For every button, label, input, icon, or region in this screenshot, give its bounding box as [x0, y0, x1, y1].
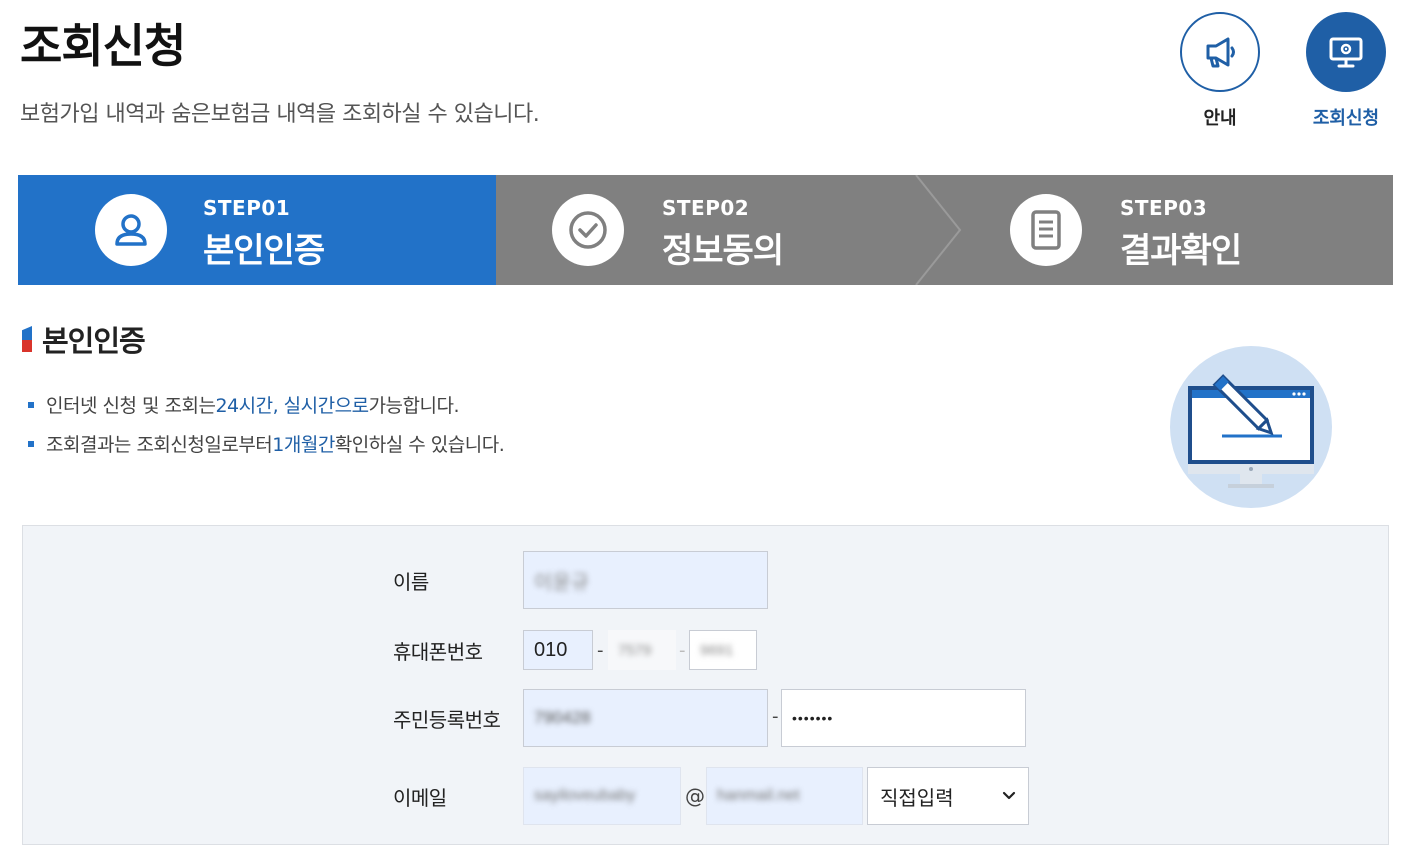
rrn-label: 주민등록번호 — [393, 708, 501, 732]
info-list: 인터넷 신청 및 조회는 24시간, 실시간으로 가능합니다. 조회결과는 조회… — [28, 385, 505, 463]
page-title: 조회신청 — [20, 19, 186, 73]
section-title: 본인인증 — [22, 318, 146, 360]
section-title-text: 본인인증 — [42, 324, 146, 358]
info-text: 가능합니다. — [368, 395, 460, 417]
step-3: STEP03 결과확인 — [954, 175, 1393, 285]
rrn-back-value: ••••••• — [792, 710, 834, 726]
info-text: 인터넷 신청 및 조회는 — [46, 395, 216, 417]
guide-label: 안내 — [1203, 108, 1237, 129]
email-id-input[interactable]: sayiloveubaby — [523, 767, 681, 825]
phone-label: 휴대폰번호 — [393, 640, 483, 664]
phone-dash: - — [597, 640, 604, 661]
document-icon — [1010, 194, 1082, 266]
monitor-gear-icon — [1306, 12, 1386, 92]
phone-last-input[interactable]: 9691 — [689, 630, 757, 670]
email-at: @ — [685, 784, 705, 808]
step-1: STEP01 본인인증 — [18, 175, 496, 285]
chevron-down-icon — [1002, 791, 1016, 800]
email-domain-value: hanmail.net — [717, 787, 800, 804]
info-highlight: 24시간, 실시간으로 — [215, 395, 369, 417]
step-3-number: STEP03 — [1120, 196, 1208, 220]
name-label: 이름 — [393, 570, 429, 594]
megaphone-icon — [1180, 12, 1260, 92]
email-domain-input[interactable]: hanmail.net — [706, 767, 863, 825]
name-value: 이윤규 — [534, 571, 590, 594]
email-select-value: 직접입력 — [880, 785, 954, 810]
monitor-pen-illustration-icon — [1170, 346, 1332, 508]
info-highlight: 1개월간 — [272, 434, 335, 456]
email-domain-select[interactable]: 직접입력 — [867, 767, 1029, 825]
user-icon — [95, 194, 167, 266]
info-text: 확인하실 수 있습니다. — [334, 434, 505, 456]
phone-middle-value: 7579 — [618, 641, 652, 659]
rrn-back-input[interactable]: ••••••• — [781, 689, 1026, 747]
page-subtitle: 보험가입 내역과 숨은보험금 내역을 조회하실 수 있습니다. — [20, 102, 540, 127]
name-input[interactable]: 이윤규 — [523, 551, 768, 609]
section-mark-icon — [22, 326, 32, 352]
phone-dash: - — [679, 640, 686, 661]
check-circle-icon — [552, 194, 624, 266]
rrn-front-value: 790428 — [534, 708, 591, 727]
step-1-number: STEP01 — [203, 196, 291, 220]
email-id-value: sayiloveubaby — [534, 787, 636, 804]
phone-last-value: 9691 — [700, 641, 734, 659]
bullet-icon — [28, 440, 34, 447]
step-2-number: STEP02 — [662, 196, 750, 220]
step-3-name: 결과확인 — [1120, 231, 1242, 271]
step-2: STEP02 정보동의 — [496, 175, 936, 285]
guide-button[interactable]: 안내 — [1170, 12, 1270, 130]
inquiry-button[interactable]: 조회신청 — [1296, 12, 1396, 130]
phone-prefix-input[interactable]: 010 — [523, 630, 593, 670]
step-progress-bar: STEP01 본인인증 STEP02 정보동의 STEP03 결과확인 — [18, 175, 1393, 285]
inquiry-label: 조회신청 — [1312, 108, 1380, 129]
email-label: 이메일 — [393, 786, 447, 810]
step-2-name: 정보동의 — [662, 231, 784, 271]
info-item-2: 조회결과는 조회신청일로부터 1개월간 확인하실 수 있습니다. — [28, 424, 505, 463]
bullet-icon — [28, 401, 34, 408]
rrn-front-input[interactable]: 790428 — [523, 689, 768, 747]
info-item-1: 인터넷 신청 및 조회는 24시간, 실시간으로 가능합니다. — [28, 385, 504, 424]
rrn-dash: - — [772, 706, 779, 727]
identity-form: 이름 이윤규 휴대폰번호 010 - 7579 - 9691 주민등록번호 79… — [22, 525, 1389, 845]
phone-middle-input[interactable]: 7579 — [608, 630, 676, 670]
step-1-name: 본인인증 — [203, 231, 325, 271]
info-text: 조회결과는 조회신청일로부터 — [46, 434, 273, 456]
phone-prefix-value: 010 — [534, 638, 568, 661]
